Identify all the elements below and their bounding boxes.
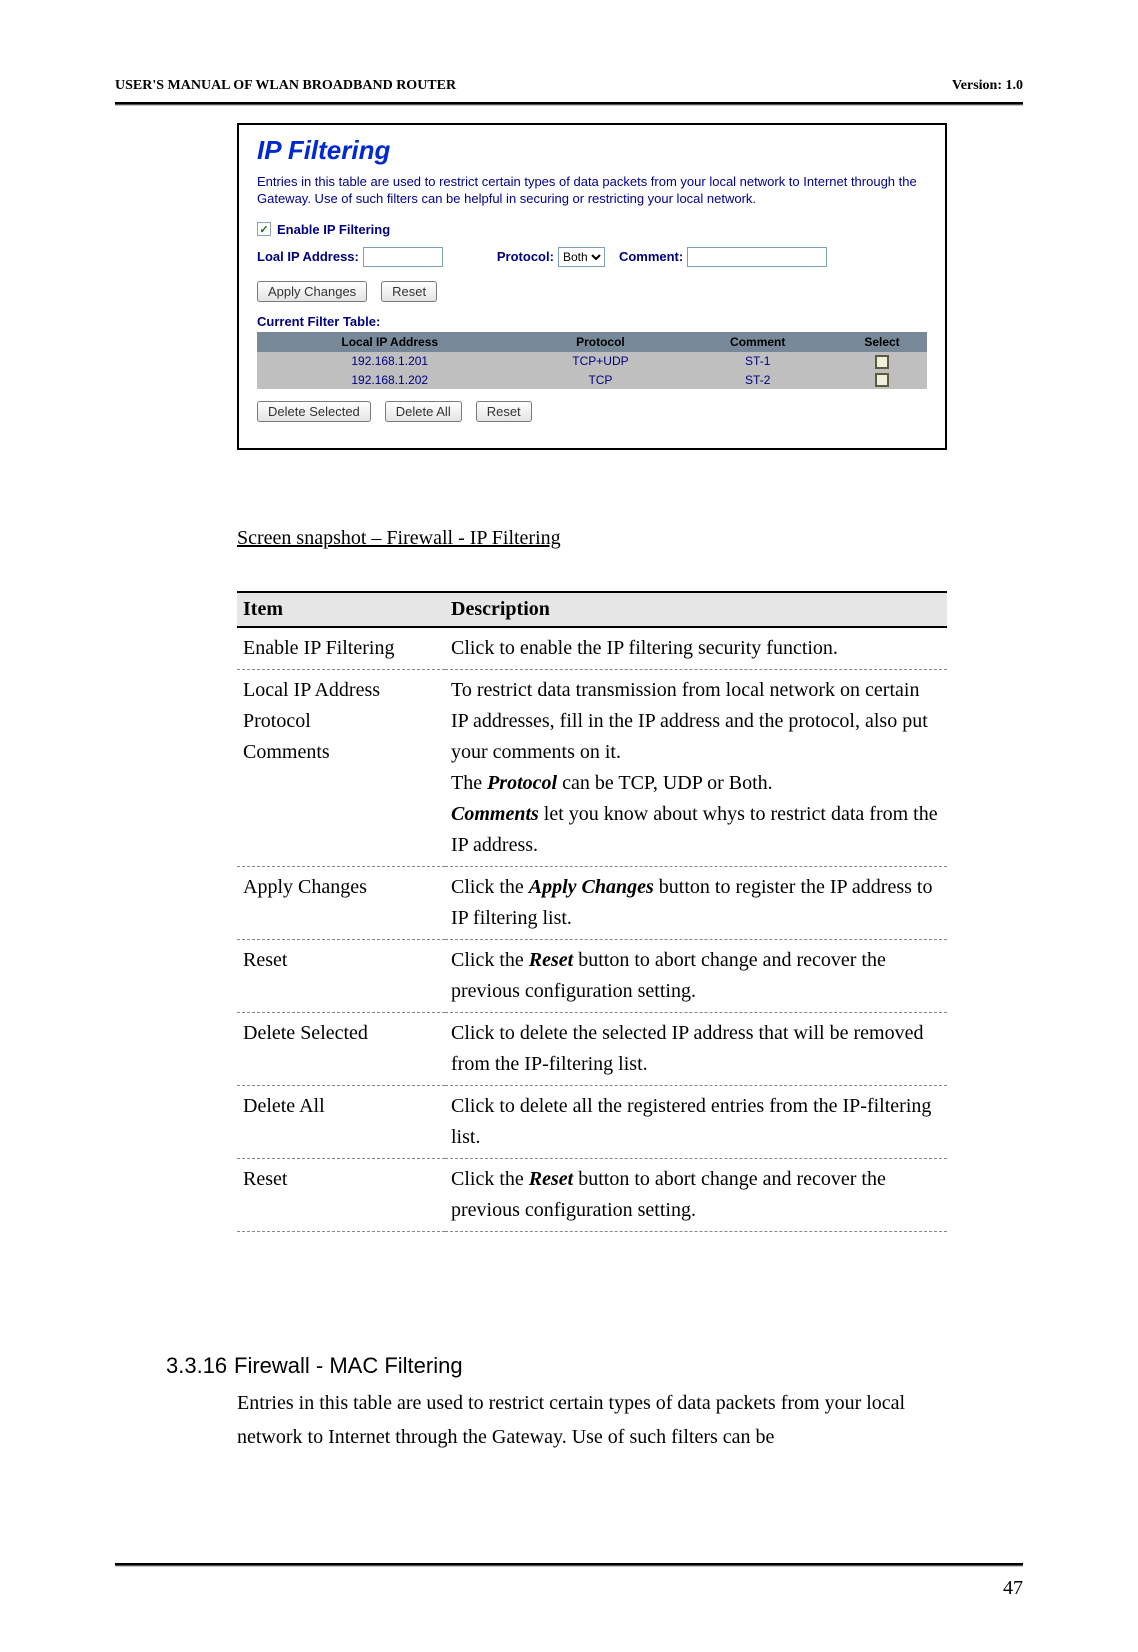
- desc-item: Reset: [237, 1159, 445, 1232]
- th-comment: Comment: [678, 332, 837, 352]
- delete-row: Delete Selected Delete All Reset: [257, 401, 927, 422]
- desc-header-row: Item Description: [237, 592, 947, 627]
- section-title: Firewall - MAC Filtering: [234, 1353, 463, 1378]
- description-table: Item Description Enable IP Filtering Cli…: [237, 591, 947, 1232]
- comment-input[interactable]: [687, 247, 827, 267]
- td-ip: 192.168.1.202: [257, 371, 522, 390]
- desc-desc: Click to delete the selected IP address …: [445, 1013, 947, 1086]
- td-comment: ST-1: [678, 352, 837, 371]
- section-heading: 3.3.16Firewall - MAC Filtering: [166, 1353, 463, 1379]
- td-select: [837, 352, 927, 371]
- th-select: Select: [837, 332, 927, 352]
- reset-button[interactable]: Reset: [381, 281, 437, 302]
- panel-intro: Entries in this table are used to restri…: [257, 174, 927, 208]
- row-checkbox[interactable]: [875, 355, 889, 369]
- header-rule: [115, 102, 1023, 106]
- desc-th-item: Item: [237, 592, 445, 627]
- filter-table: Local IP Address Protocol Comment Select…: [257, 332, 927, 390]
- td-protocol: TCP: [522, 371, 678, 390]
- desc-desc: Click the Reset button to abort change a…: [445, 1159, 947, 1232]
- desc-row: Local IP Address Protocol Comments To re…: [237, 670, 947, 867]
- desc-row: Delete All Click to delete all the regis…: [237, 1086, 947, 1159]
- desc-item: Delete Selected: [237, 1013, 445, 1086]
- page-number: 47: [1003, 1577, 1023, 1600]
- reset-button-2[interactable]: Reset: [476, 401, 532, 422]
- table-row: 192.168.1.201 TCP+UDP ST-1: [257, 352, 927, 371]
- desc-row: Delete Selected Click to delete the sele…: [237, 1013, 947, 1086]
- footer-rule: [115, 1563, 1023, 1567]
- desc-item: Enable IP Filtering: [237, 627, 445, 670]
- comment-label: Comment:: [619, 249, 683, 264]
- th-ip: Local IP Address: [257, 332, 522, 352]
- apply-row: Apply Changes Reset: [257, 281, 927, 302]
- section-number: 3.3.16: [166, 1353, 234, 1379]
- filter-inputs-row: Loal IP Address: Protocol: Both Comment:: [257, 247, 927, 267]
- desc-item: Apply Changes: [237, 867, 445, 940]
- desc-desc: Click to enable the IP filtering securit…: [445, 627, 947, 670]
- delete-all-button[interactable]: Delete All: [385, 401, 462, 422]
- screenshot-caption: Screen snapshot – Firewall - IP Filterin…: [237, 527, 561, 550]
- desc-th-desc: Description: [445, 592, 947, 627]
- header-left: USER'S MANUAL OF WLAN BROADBAND ROUTER: [115, 78, 456, 94]
- desc-row: Enable IP Filtering Click to enable the …: [237, 627, 947, 670]
- desc-row: Reset Click the Reset button to abort ch…: [237, 1159, 947, 1232]
- desc-row: Apply Changes Click the Apply Changes bu…: [237, 867, 947, 940]
- td-ip: 192.168.1.201: [257, 352, 522, 371]
- desc-desc: To restrict data transmission from local…: [445, 670, 947, 867]
- protocol-label: Protocol:: [497, 249, 554, 264]
- header-right: Version: 1.0: [952, 78, 1023, 94]
- page-header: USER'S MANUAL OF WLAN BROADBAND ROUTER V…: [115, 78, 1023, 94]
- desc-item: Reset: [237, 940, 445, 1013]
- desc-desc: Click the Reset button to abort change a…: [445, 940, 947, 1013]
- protocol-select[interactable]: Both: [558, 247, 605, 267]
- desc-desc: Click to delete all the registered entri…: [445, 1086, 947, 1159]
- desc-desc: Click the Apply Changes button to regist…: [445, 867, 947, 940]
- td-select: [837, 371, 927, 390]
- row-checkbox[interactable]: [875, 373, 889, 387]
- table-header-row: Local IP Address Protocol Comment Select: [257, 332, 927, 352]
- local-ip-label: Loal IP Address:: [257, 249, 359, 264]
- desc-item: Local IP Address Protocol Comments: [237, 670, 445, 867]
- td-comment: ST-2: [678, 371, 837, 390]
- apply-changes-button[interactable]: Apply Changes: [257, 281, 367, 302]
- desc-item: Delete All: [237, 1086, 445, 1159]
- filter-table-title: Current Filter Table:: [257, 314, 927, 329]
- enable-ip-filtering-row: ✓ Enable IP Filtering: [257, 222, 927, 237]
- desc-row: Reset Click the Reset button to abort ch…: [237, 940, 947, 1013]
- table-row: 192.168.1.202 TCP ST-2: [257, 371, 927, 390]
- td-protocol: TCP+UDP: [522, 352, 678, 371]
- th-protocol: Protocol: [522, 332, 678, 352]
- enable-ip-filtering-label: Enable IP Filtering: [277, 222, 390, 237]
- ip-filtering-panel: IP Filtering Entries in this table are u…: [237, 123, 947, 450]
- enable-ip-filtering-checkbox[interactable]: ✓: [257, 222, 271, 236]
- delete-selected-button[interactable]: Delete Selected: [257, 401, 371, 422]
- panel-title: IP Filtering: [257, 135, 927, 166]
- section-text: Entries in this table are used to restri…: [237, 1386, 957, 1454]
- local-ip-input[interactable]: [363, 247, 443, 267]
